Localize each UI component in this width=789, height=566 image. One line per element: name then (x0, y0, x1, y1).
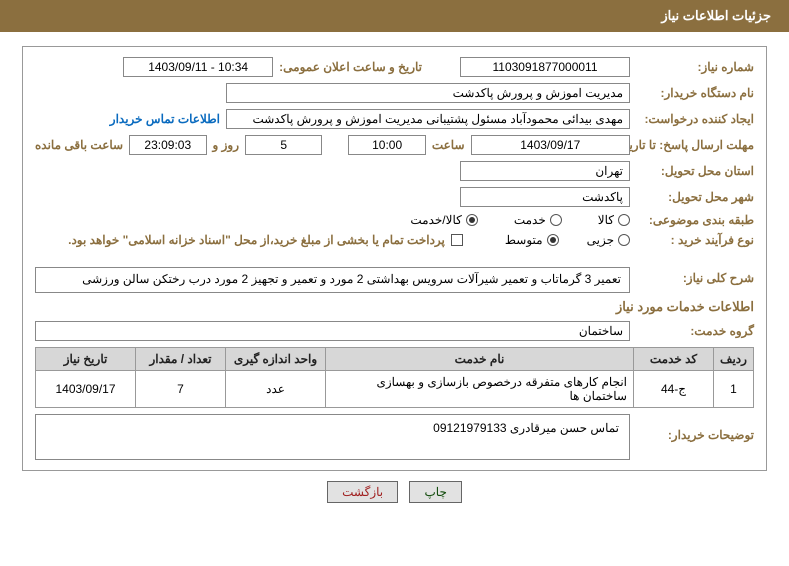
need-number-value: 1103091877000011 (460, 57, 630, 77)
deadline-label: مهلت ارسال پاسخ: تا تاریخ: (636, 138, 754, 152)
th-name: نام خدمت (326, 348, 634, 371)
city-value: پاکدشت (460, 187, 630, 207)
services-section-title: اطلاعات خدمات مورد نیاز (35, 299, 754, 315)
buyer-notes-label: توضیحات خریدار: (636, 414, 754, 442)
td-row: 1 (714, 371, 754, 408)
td-qty: 7 (136, 371, 226, 408)
th-unit: واحد اندازه گیری (226, 348, 326, 371)
actions-bar: چاپ بازگشت (22, 471, 767, 513)
table-row: 1 ج-44 انجام کارهای متفرقه درخصوص بازساز… (36, 371, 754, 408)
deadline-days: 5 (245, 135, 322, 155)
radio-medium[interactable]: متوسط (505, 233, 559, 247)
announce-value: 1403/09/11 - 10:34 (123, 57, 273, 77)
th-need-date: تاریخ نیاز (36, 348, 136, 371)
radio-both[interactable]: کالا/خدمت (410, 213, 477, 227)
deadline-days-label: روز و (213, 138, 240, 152)
deadline-date: 1403/09/17 (471, 135, 630, 155)
td-code: ج-44 (634, 371, 714, 408)
deadline-time: 10:00 (348, 135, 425, 155)
need-number-label: شماره نیاز: (636, 60, 754, 74)
radio-goods[interactable]: کالا (598, 213, 630, 227)
back-button[interactable]: بازگشت (327, 481, 398, 503)
city-label: شهر محل تحویل: (636, 190, 754, 204)
buyer-org-label: نام دستگاه خریدار: (636, 86, 754, 100)
payment-note: پرداخت تمام یا بخشی از مبلغ خرید،از محل … (68, 233, 445, 247)
radio-medium-label: متوسط (505, 233, 543, 247)
radio-partial[interactable]: جزیی (587, 233, 630, 247)
radio-service[interactable]: خدمت (514, 213, 562, 227)
td-name: انجام کارهای متفرقه درخصوص بازسازی و بهس… (326, 371, 634, 408)
form-panel: شماره نیاز: 1103091877000011 تاریخ و ساع… (22, 46, 767, 471)
page-title: جزئیات اطلاعات نیاز (661, 8, 771, 23)
radio-goods-label: کالا (598, 213, 614, 227)
deadline-hhmmss: 23:09:03 (129, 135, 206, 155)
td-unit: عدد (226, 371, 326, 408)
radio-partial-label: جزیی (587, 233, 614, 247)
buyer-org-value: مدیریت اموزش و پرورش پاکدشت (226, 83, 630, 103)
deadline-remaining-label: ساعت باقی مانده (35, 138, 123, 152)
deadline-time-label: ساعت (432, 138, 465, 152)
services-table: ردیف کد خدمت نام خدمت واحد اندازه گیری ت… (35, 347, 754, 408)
requester-label: ایجاد کننده درخواست: (636, 112, 754, 126)
radio-service-label: خدمت (514, 213, 546, 227)
province-label: استان محل تحویل: (636, 164, 754, 178)
radio-both-label: کالا/خدمت (410, 213, 461, 227)
td-need-date: 1403/09/17 (36, 371, 136, 408)
print-button[interactable]: چاپ (409, 481, 461, 503)
buyer-contact-link[interactable]: اطلاعات تماس خریدار (110, 112, 220, 126)
need-summary-label: شرح کلی نیاز: (636, 267, 754, 285)
payment-checkbox[interactable] (451, 234, 463, 246)
th-row: ردیف (714, 348, 754, 371)
need-summary-value: تعمیر 3 گرماتاب و تعمیر شیرآلات سرویس به… (35, 267, 630, 293)
service-group-value: ساختمان (35, 321, 630, 341)
service-group-label: گروه خدمت: (636, 324, 754, 338)
buyer-notes-value: تماس حسن میرقادری 09121979133 (35, 414, 630, 460)
requester-value: مهدی بیدائی محمودآباد مسئول پشتیبانی مدی… (226, 109, 630, 129)
purchase-type-label: نوع فرآیند خرید : (636, 233, 754, 247)
th-qty: تعداد / مقدار (136, 348, 226, 371)
table-header-row: ردیف کد خدمت نام خدمت واحد اندازه گیری ت… (36, 348, 754, 371)
province-value: تهران (460, 161, 630, 181)
classification-label: طبقه بندی موضوعی: (636, 213, 754, 227)
page-header: جزئیات اطلاعات نیاز (0, 0, 789, 32)
announce-label: تاریخ و ساعت اعلان عمومی: (279, 60, 422, 74)
th-code: کد خدمت (634, 348, 714, 371)
